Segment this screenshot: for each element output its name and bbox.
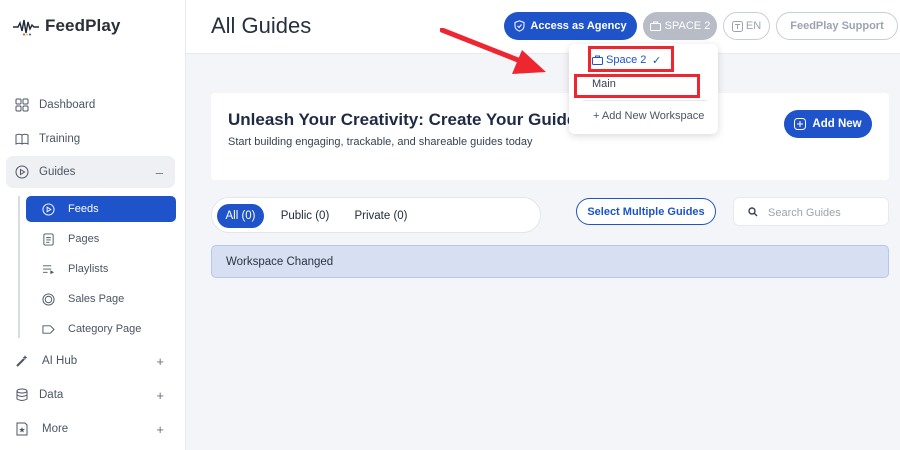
- play-circle-icon: [15, 165, 29, 179]
- highlight-box-space-2: [588, 46, 674, 72]
- sidebar-item-training[interactable]: Training: [0, 124, 186, 154]
- expand-toggle[interactable]: +: [156, 422, 164, 437]
- sidebar-item-guides[interactable]: Guides –: [6, 156, 175, 188]
- language-label: EN: [745, 20, 762, 32]
- sidebar-subitem-label: Category Page: [68, 323, 142, 335]
- sidebar-item-label: AI Hub: [42, 355, 78, 367]
- page-icon: [43, 232, 54, 246]
- sidebar-subitem-label: Sales Page: [68, 293, 125, 305]
- sidebar-subitem-label: Feeds: [68, 203, 99, 215]
- sidebar-item-data[interactable]: Data +: [0, 380, 186, 410]
- app-logo[interactable]: FeedPlay: [12, 14, 120, 38]
- annotation-arrow: [440, 28, 546, 74]
- add-workspace-label: + Add New Workspace: [593, 110, 705, 122]
- collapse-toggle[interactable]: –: [156, 165, 163, 180]
- sidebar-subitem-pages[interactable]: Pages: [26, 226, 176, 252]
- sidebar-subitem-feeds[interactable]: Feeds: [26, 196, 176, 222]
- search-icon: [748, 207, 758, 217]
- support-label: FeedPlay Support: [790, 20, 884, 32]
- grid-icon: [15, 98, 29, 112]
- sidebar-item-label: Dashboard: [39, 99, 96, 111]
- coin-icon: [42, 292, 55, 306]
- translate-icon: [731, 20, 743, 32]
- playlist-icon: [42, 264, 55, 274]
- visibility-filter-tabs: All (0) Public (0) Private (0): [211, 197, 541, 233]
- tab-public[interactable]: Public (0): [275, 204, 335, 228]
- search-box: [733, 197, 889, 226]
- add-workspace-option[interactable]: + Add New Workspace: [569, 106, 718, 126]
- database-icon: [16, 388, 28, 401]
- app-name: FeedPlay: [45, 16, 121, 35]
- expand-toggle[interactable]: +: [156, 354, 164, 369]
- magic-wand-icon: [16, 355, 28, 367]
- banner-title: Unleash Your Creativity: Create Your Gui…: [228, 110, 586, 129]
- create-guide-banner: Unleash Your Creativity: Create Your Gui…: [211, 93, 889, 180]
- workspace-switcher-button[interactable]: SPACE 2: [643, 12, 717, 40]
- sidebar: FeedPlay Dashboard Training Guides – Fee…: [0, 0, 186, 450]
- briefcase-icon: [649, 21, 661, 31]
- sidebar-subitem-sales-page[interactable]: Sales Page: [26, 286, 176, 312]
- sidebar-item-label: Data: [39, 389, 64, 401]
- sidebar-item-label: Guides: [39, 166, 76, 178]
- support-button[interactable]: FeedPlay Support: [776, 12, 898, 40]
- submenu-rail: [18, 196, 20, 338]
- tag-icon: [42, 324, 55, 334]
- sidebar-subitem-category-page[interactable]: Category Page: [26, 316, 176, 342]
- add-new-button[interactable]: Add New: [784, 110, 872, 138]
- sidebar-subitem-label: Pages: [68, 233, 100, 245]
- sidebar-item-label: More: [42, 423, 69, 435]
- book-icon: [15, 133, 29, 145]
- tab-all[interactable]: All (0): [217, 204, 264, 228]
- highlight-box-main: [574, 74, 700, 98]
- expand-toggle[interactable]: +: [156, 388, 164, 403]
- sidebar-subitem-label: Playlists: [68, 263, 109, 275]
- page-title: All Guides: [211, 13, 312, 38]
- sidebar-subitem-playlists[interactable]: Playlists: [26, 256, 176, 282]
- sidebar-item-dashboard[interactable]: Dashboard: [0, 90, 186, 120]
- play-circle-icon: [42, 202, 55, 216]
- sidebar-item-more[interactable]: More +: [0, 414, 186, 444]
- dropdown-divider: [583, 100, 707, 101]
- sidebar-item-ai-hub[interactable]: AI Hub +: [0, 346, 186, 376]
- workspace-changed-notice: Workspace Changed: [211, 245, 889, 278]
- workspace-switcher-label: SPACE 2: [664, 20, 711, 32]
- waveform-logo-icon: [13, 19, 39, 36]
- search-input[interactable]: [768, 203, 883, 222]
- star-box-icon: [16, 422, 28, 436]
- plus-square-icon: [794, 118, 807, 130]
- language-button[interactable]: EN: [723, 12, 770, 40]
- banner-subtitle: Start building engaging, trackable, and …: [228, 136, 533, 148]
- tab-private[interactable]: Private (0): [349, 204, 413, 228]
- add-new-label: Add New: [812, 118, 862, 130]
- sidebar-item-label: Training: [39, 133, 81, 145]
- select-multiple-guides-button[interactable]: Select Multiple Guides: [576, 198, 716, 225]
